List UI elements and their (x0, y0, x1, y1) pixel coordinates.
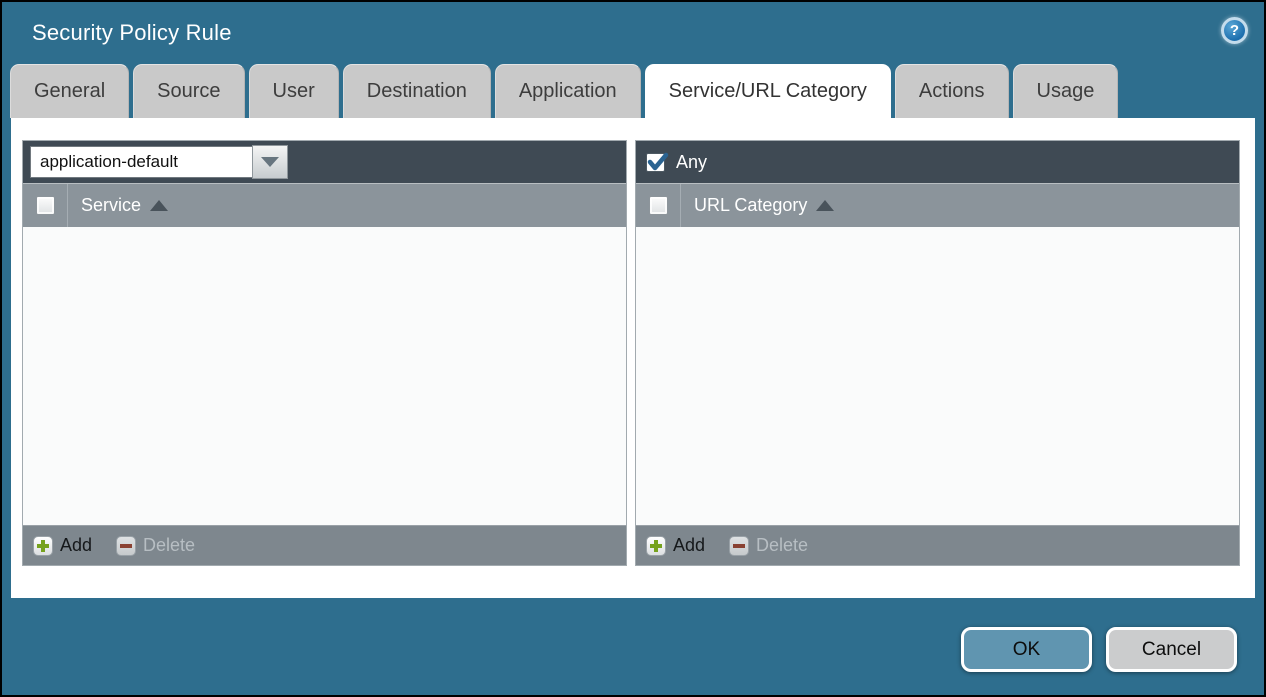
delete-button-label: Delete (143, 535, 195, 556)
security-policy-rule-dialog: Security Policy Rule ? General Source Us… (0, 0, 1266, 697)
ok-button[interactable]: OK (961, 627, 1092, 672)
url-category-any-bar: Any (636, 141, 1239, 183)
tab-destination[interactable]: Destination (343, 64, 491, 118)
service-table-header: Service (23, 183, 626, 227)
service-select-all-checkbox[interactable] (36, 196, 55, 215)
tab-service-url-category[interactable]: Service/URL Category (645, 64, 891, 118)
service-add-button[interactable]: Add (33, 535, 92, 556)
tab-application[interactable]: Application (495, 64, 641, 118)
cancel-button[interactable]: Cancel (1106, 627, 1237, 672)
url-category-add-button[interactable]: Add (646, 535, 705, 556)
sort-ascending-icon[interactable] (150, 200, 168, 211)
tab-usage[interactable]: Usage (1013, 64, 1119, 118)
service-type-combobox (30, 146, 288, 178)
delete-minus-icon (116, 536, 136, 556)
service-select-all-cell (23, 184, 68, 227)
service-table-body[interactable] (23, 227, 626, 525)
title-bar: Security Policy Rule ? (2, 2, 1264, 64)
tab-general[interactable]: General (10, 64, 129, 118)
service-type-dropdown-button[interactable] (252, 145, 288, 179)
service-column-label[interactable]: Service (81, 195, 141, 216)
tab-source[interactable]: Source (133, 64, 244, 118)
chevron-down-icon (261, 157, 279, 167)
url-category-toolbar: Add Delete (636, 525, 1239, 565)
service-toolbar: Add Delete (23, 525, 626, 565)
add-button-label: Add (60, 535, 92, 556)
url-category-select-all-cell (636, 184, 681, 227)
tab-bar: General Source User Destination Applicat… (2, 64, 1264, 118)
url-category-panel: Any URL Category Add (635, 140, 1240, 566)
service-panel: Service Add Delete (22, 140, 627, 566)
url-category-table-body[interactable] (636, 227, 1239, 525)
any-checkbox[interactable] (646, 153, 665, 172)
add-plus-icon (33, 536, 53, 556)
add-plus-icon (646, 536, 666, 556)
any-checkbox-label[interactable]: Any (676, 152, 707, 173)
help-icon-glyph: ? (1230, 22, 1239, 39)
checkmark-icon (646, 150, 670, 174)
delete-minus-icon (729, 536, 749, 556)
url-category-table-header: URL Category (636, 183, 1239, 227)
service-type-input[interactable] (30, 146, 252, 178)
delete-button-label: Delete (756, 535, 808, 556)
tab-user[interactable]: User (249, 64, 339, 118)
dialog-button-row: OK Cancel (2, 598, 1264, 695)
dialog-title: Security Policy Rule (32, 20, 232, 46)
url-category-delete-button[interactable]: Delete (729, 535, 808, 556)
sort-ascending-icon[interactable] (816, 200, 834, 211)
tab-actions[interactable]: Actions (895, 64, 1009, 118)
add-button-label: Add (673, 535, 705, 556)
url-category-select-all-checkbox[interactable] (649, 196, 668, 215)
service-delete-button[interactable]: Delete (116, 535, 195, 556)
url-category-column-label[interactable]: URL Category (694, 195, 807, 216)
help-icon[interactable]: ? (1221, 17, 1248, 44)
tab-content: Service Add Delete (11, 118, 1255, 598)
service-dropdown-bar (23, 141, 626, 183)
